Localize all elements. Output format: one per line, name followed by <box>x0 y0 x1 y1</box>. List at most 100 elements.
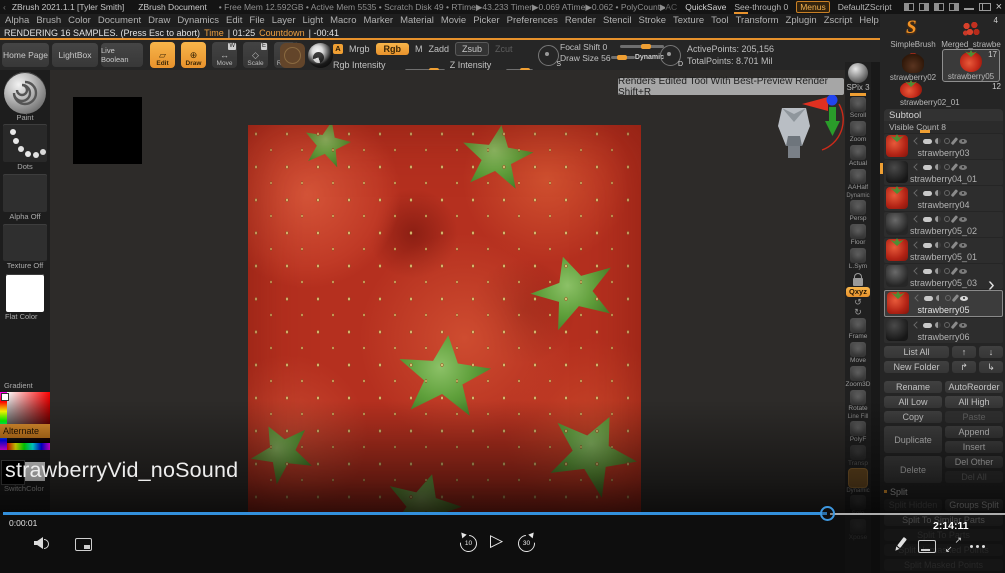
link-icon[interactable] <box>913 267 921 275</box>
menu-item[interactable]: Preferences <box>507 15 558 26</box>
subtool-item[interactable]: strawberry06 <box>884 318 1003 343</box>
mask-icon[interactable] <box>944 190 950 196</box>
paint-toggle-icon[interactable] <box>950 163 958 171</box>
polypaint-icon[interactable] <box>923 164 932 170</box>
more-options-icon[interactable] <box>970 545 973 548</box>
zsub-button[interactable]: Zsub <box>455 41 490 56</box>
move-to-bottom-button[interactable]: ↳ <box>979 361 1003 373</box>
paint-toggle-icon[interactable] <box>950 137 958 145</box>
visible-count-slider[interactable]: Visible Count 8 <box>884 121 1003 133</box>
menu-item[interactable]: Document <box>98 15 141 26</box>
back-icon[interactable]: ‹ <box>3 2 6 12</box>
menu-item[interactable]: Picker <box>473 15 499 26</box>
shelf-button[interactable]: Dynamic Persp <box>846 193 869 223</box>
polypaint-icon[interactable] <box>923 268 932 274</box>
focal-shift-slider[interactable]: Focal Shift 0 <box>560 42 607 52</box>
subtool-item[interactable]: strawberry05_01 <box>884 238 1003 263</box>
paint-toggle-icon[interactable] <box>950 267 958 275</box>
close-icon[interactable]: × <box>996 2 1002 13</box>
visibility-eye-icon[interactable] <box>958 190 967 196</box>
skip-forward-button[interactable]: 30 <box>514 531 539 556</box>
shelf-button[interactable]: Zoom <box>850 121 866 144</box>
skip-back-button[interactable]: 10 <box>456 531 481 556</box>
shelf-button[interactable]: Move <box>850 342 866 365</box>
mrgb-button[interactable]: Mrgb <box>349 44 370 54</box>
subtool-item[interactable]: strawberry05_03 <box>884 264 1003 289</box>
visibility-eye-icon[interactable] <box>958 268 967 274</box>
shelf-button[interactable]: ↻ <box>854 308 862 317</box>
link-icon[interactable] <box>913 163 921 171</box>
home-page-button[interactable]: Home Page <box>2 43 49 67</box>
mask-icon[interactable] <box>944 242 950 248</box>
alpha-thumbnail[interactable] <box>3 174 47 212</box>
shelf-button[interactable]: AAHalf <box>848 169 868 192</box>
shelf-button[interactable]: L.Sym <box>849 248 867 271</box>
mode-button[interactable]: E Scale <box>243 42 268 68</box>
shade-icon[interactable] <box>935 216 941 222</box>
zadd-button[interactable]: Zadd <box>429 44 450 54</box>
dock-left-icon[interactable] <box>903 3 914 11</box>
mode-button[interactable]: Edit <box>150 42 175 68</box>
menu-item[interactable]: Macro <box>330 15 356 26</box>
menu-item[interactable]: Marker <box>364 15 394 26</box>
menus-toggle[interactable]: Menus <box>796 1 830 13</box>
move-up-button[interactable]: ↑ <box>952 346 976 358</box>
shade-icon[interactable] <box>935 164 941 170</box>
polypaint-icon[interactable] <box>923 322 932 328</box>
polypaint-icon[interactable] <box>923 216 932 222</box>
mask-icon[interactable] <box>944 322 950 328</box>
shelf-button[interactable]: Frame <box>849 318 867 341</box>
flat-color-swatch[interactable] <box>6 274 44 312</box>
draw-size-slider[interactable]: Draw Size 56 <box>560 53 611 63</box>
move-down-button[interactable]: ↓ <box>979 346 1003 358</box>
video-scrubber-handle[interactable] <box>820 506 835 521</box>
menu-item[interactable]: Color <box>68 15 91 26</box>
polypaint-icon[interactable] <box>923 138 932 144</box>
tool-item[interactable]: 17 strawberry05 <box>942 49 1000 82</box>
dock-right-icon[interactable] <box>918 3 929 11</box>
stroke-thumbnail[interactable] <box>3 124 47 162</box>
list-all-button[interactable]: List All <box>884 346 949 358</box>
lightbox-button[interactable]: LightBox <box>52 43 98 67</box>
shade-icon[interactable] <box>935 190 941 196</box>
shade-icon[interactable] <box>935 242 941 248</box>
subtool-item[interactable]: strawberry04 <box>884 186 1003 211</box>
shelf-button[interactable] <box>848 63 868 83</box>
visibility-eye-icon[interactable] <box>958 164 967 170</box>
shelf-button[interactable]: Qxyz <box>846 287 870 297</box>
quicksave-button[interactable]: QuickSave <box>685 2 726 12</box>
stroke-type-icon[interactable] <box>538 45 561 68</box>
shade-icon[interactable] <box>935 268 941 274</box>
visibility-eye-icon[interactable] <box>959 295 968 301</box>
shelf-button[interactable]: Scroll <box>850 97 866 120</box>
tool-item[interactable]: 4 Merged_strawbe <box>941 16 1001 49</box>
current-tool-preview[interactable] <box>4 72 46 114</box>
texture-thumbnail[interactable] <box>3 224 47 261</box>
link-icon[interactable] <box>913 241 921 249</box>
link-icon[interactable] <box>913 137 921 145</box>
menu-item[interactable]: File <box>249 15 264 26</box>
menu-item[interactable]: Light <box>302 15 323 26</box>
m-button[interactable]: M <box>415 44 423 54</box>
video-progress-filled[interactable] <box>3 512 827 515</box>
tool-item[interactable]: SimpleBrush <box>884 16 942 49</box>
subtool-item[interactable]: strawberry05 <box>884 290 1003 317</box>
shade-icon[interactable] <box>935 322 941 328</box>
menu-item[interactable]: Texture <box>673 15 704 26</box>
menu-item[interactable]: Stencil <box>603 15 632 26</box>
move-to-top-button[interactable]: ↱ <box>952 361 976 373</box>
shade-icon[interactable] <box>935 138 941 144</box>
mask-icon[interactable] <box>944 138 950 144</box>
restore-icon[interactable] <box>978 3 991 11</box>
mask-icon[interactable] <box>945 295 951 301</box>
shade-icon[interactable] <box>936 295 942 301</box>
shelf-button[interactable]: ↺ <box>854 298 862 307</box>
menu-item[interactable]: Brush <box>36 15 61 26</box>
fullscreen-icon[interactable]: ↗ ↙ <box>945 535 962 554</box>
edit-pen-icon[interactable] <box>893 537 909 553</box>
mini-player-icon[interactable] <box>75 538 92 551</box>
menu-item[interactable]: Material <box>400 15 434 26</box>
focal-shift-track[interactable] <box>620 44 664 49</box>
new-folder-button[interactable]: New Folder <box>884 361 949 373</box>
mode-button[interactable]: W Move <box>212 42 237 68</box>
